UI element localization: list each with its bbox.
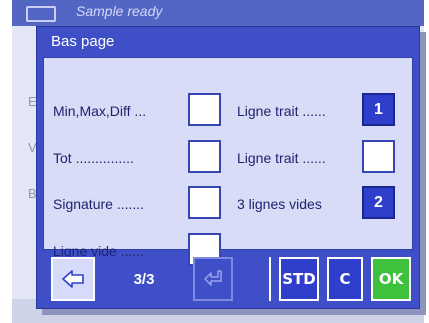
arrow-left-icon bbox=[62, 270, 84, 288]
option-label-ligne-trait-2: Ligne trait ...... bbox=[237, 150, 326, 166]
dialog-title: Bas page bbox=[51, 33, 115, 50]
previous-page-button[interactable] bbox=[51, 257, 95, 301]
number-box-3-lignes-vides[interactable]: 2 bbox=[362, 186, 395, 219]
clear-button[interactable]: C bbox=[327, 257, 363, 301]
option-label-tot: Tot ............... bbox=[53, 150, 134, 166]
bas-page-dialog: Bas page Min,Max,Diff ... Tot ..........… bbox=[36, 26, 420, 309]
balance-icon bbox=[26, 6, 56, 22]
enter-button[interactable] bbox=[193, 257, 233, 301]
dialog-footer: 3/3 STD C OK bbox=[43, 257, 413, 301]
option-label-min-max-diff: Min,Max,Diff ... bbox=[53, 103, 147, 119]
footer-divider bbox=[269, 257, 271, 301]
page-indicator: 3/3 bbox=[133, 270, 155, 288]
checkbox-signature[interactable] bbox=[188, 186, 221, 219]
ok-button[interactable]: OK bbox=[371, 257, 411, 301]
number-box-ligne-trait-1[interactable]: 1 bbox=[362, 93, 395, 126]
option-label-3-lignes-vides: 3 lignes vides bbox=[237, 196, 322, 212]
option-label-ligne-trait-1: Ligne trait ...... bbox=[237, 103, 326, 119]
std-button[interactable]: STD bbox=[279, 257, 319, 301]
arrow-turn-down-left-icon bbox=[204, 270, 222, 286]
checkbox-min-max-diff[interactable] bbox=[188, 93, 221, 126]
checkbox-ligne-trait-2[interactable] bbox=[362, 140, 395, 173]
dialog-options-panel: Min,Max,Diff ... Tot ............... Sig… bbox=[43, 57, 413, 266]
checkbox-tot[interactable] bbox=[188, 140, 221, 173]
background-titlebar: Sample ready bbox=[12, 0, 424, 26]
background-title: Sample ready bbox=[76, 3, 163, 19]
option-label-signature: Signature ....... bbox=[53, 196, 145, 212]
